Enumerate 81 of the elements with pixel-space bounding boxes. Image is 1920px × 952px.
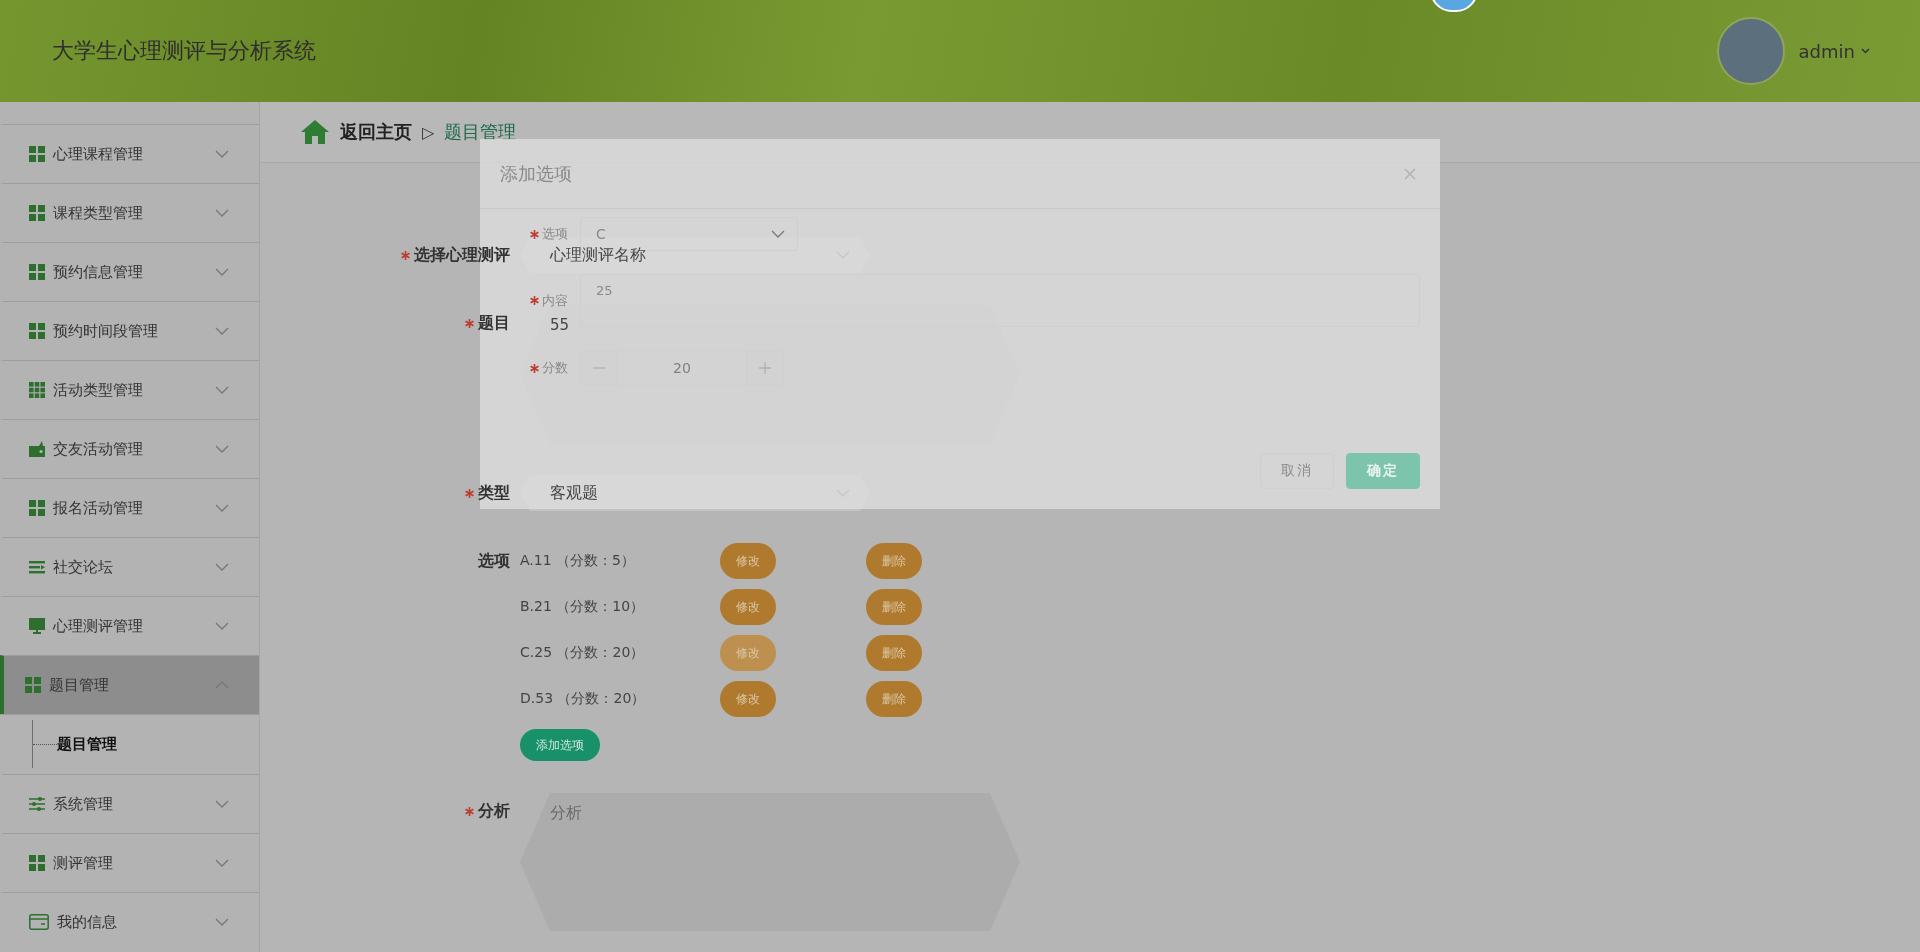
sidebar-item[interactable]: 心理课程管理 xyxy=(0,124,259,183)
sidebar-label: 交友活动管理 xyxy=(53,439,144,459)
sidebar-item[interactable]: 课程类型管理 xyxy=(0,183,259,242)
grid-icon xyxy=(29,146,45,162)
field-label: 内容 xyxy=(542,291,568,310)
caret-icon xyxy=(1861,48,1870,54)
grid-icon xyxy=(29,205,45,221)
sidebar-label: 心理测评管理 xyxy=(53,616,144,636)
sliders-icon xyxy=(29,796,45,812)
sidebar-label: 测评管理 xyxy=(53,853,114,873)
field-label: 分数 xyxy=(542,359,568,377)
submenu-item[interactable]: 题目管理 xyxy=(57,734,117,754)
required-mark-icon xyxy=(530,296,539,305)
grid-icon xyxy=(29,323,45,339)
tree-line xyxy=(33,743,57,745)
user-menu[interactable]: admin xyxy=(1798,40,1870,62)
site-title: 大学生心理测评与分析系统 xyxy=(52,37,316,65)
text-area[interactable]: 25 xyxy=(580,274,1420,327)
chevron-down-icon xyxy=(771,230,785,238)
field-label: 选项 xyxy=(478,550,510,572)
add-option-button[interactable]: 添加选项 xyxy=(520,729,600,761)
required-mark-icon xyxy=(401,250,410,260)
option-text: C.25 （分数：20） xyxy=(520,644,646,662)
required-mark-icon xyxy=(465,806,474,816)
sidebar-label: 社交论坛 xyxy=(53,557,114,577)
sidebar-item[interactable]: 预约时间段管理 xyxy=(0,301,259,360)
sidebar-label: 活动类型管理 xyxy=(53,380,144,400)
sidebar-item[interactable]: 题目管理 xyxy=(0,655,259,714)
sidebar-label: 系统管理 xyxy=(53,794,114,814)
home-icon xyxy=(300,119,330,145)
edit-button[interactable]: 修改 xyxy=(720,589,776,625)
field-label: 分析 xyxy=(478,800,510,822)
breadcrumb-current: 题目管理 xyxy=(444,120,517,144)
list-icon xyxy=(29,559,45,575)
delete-button[interactable]: 删除 xyxy=(866,635,922,671)
sidebar-label: 题目管理 xyxy=(49,675,110,695)
sidebar-item[interactable]: 活动类型管理 xyxy=(0,360,259,419)
required-mark-icon xyxy=(530,229,539,239)
sidebar-item[interactable]: 交友活动管理 xyxy=(0,419,259,478)
sidebar-item[interactable]: 社交论坛 xyxy=(0,537,259,596)
card-icon xyxy=(29,914,49,930)
required-mark-icon xyxy=(465,318,474,328)
delete-button[interactable]: 删除 xyxy=(866,543,922,579)
home-link[interactable]: 返回主页 xyxy=(340,120,412,144)
sidebar-label: 心理课程管理 xyxy=(53,144,144,164)
option-text: B.21 （分数：10） xyxy=(520,598,646,616)
sidebar-item[interactable]: 预约信息管理 xyxy=(0,242,259,301)
dialog-title: 添加选项 xyxy=(500,161,572,186)
cancel-button[interactable]: 取消 xyxy=(1260,453,1334,489)
delete-button[interactable]: 删除 xyxy=(866,681,922,717)
required-mark-icon xyxy=(465,488,474,498)
option-text: D.53 （分数：20） xyxy=(520,690,647,708)
wallet-icon xyxy=(29,441,45,457)
breadcrumb-separator: ▷ xyxy=(422,122,435,142)
sidebar-label: 我的信息 xyxy=(57,912,118,932)
option-text: A.11 （分数：5） xyxy=(520,552,636,570)
sidebar-label: 报名活动管理 xyxy=(53,498,144,518)
close-icon[interactable] xyxy=(1404,167,1416,180)
plus-icon xyxy=(759,362,771,374)
edit-button[interactable]: 修改 xyxy=(720,681,776,717)
grid-icon xyxy=(29,855,45,871)
edit-button[interactable]: 修改 xyxy=(720,543,776,579)
grid-icon xyxy=(29,382,45,398)
grid-icon xyxy=(25,677,41,693)
text-area[interactable]: 分析 xyxy=(520,793,1020,931)
required-mark-icon xyxy=(530,363,539,373)
sidebar-item[interactable]: 系统管理 xyxy=(0,774,259,833)
sidebar-item[interactable]: 报名活动管理 xyxy=(0,478,259,537)
sidebar-label: 课程类型管理 xyxy=(53,203,144,223)
sidebar-item[interactable]: 测评管理 xyxy=(0,833,259,892)
sidebar-label: 预约时间段管理 xyxy=(53,321,159,341)
grid-icon xyxy=(29,264,45,280)
sidebar-label: 预约信息管理 xyxy=(53,262,144,282)
field-label: 类型 xyxy=(478,482,510,504)
monitor-icon xyxy=(29,618,45,634)
grid-icon xyxy=(29,500,45,516)
field-label: 选项 xyxy=(542,225,568,243)
field-label: 题目 xyxy=(478,312,510,334)
field-label: 选择心理测评 xyxy=(414,244,510,266)
sidebar-item[interactable]: 我的信息 xyxy=(0,892,259,951)
delete-button[interactable]: 删除 xyxy=(866,589,922,625)
